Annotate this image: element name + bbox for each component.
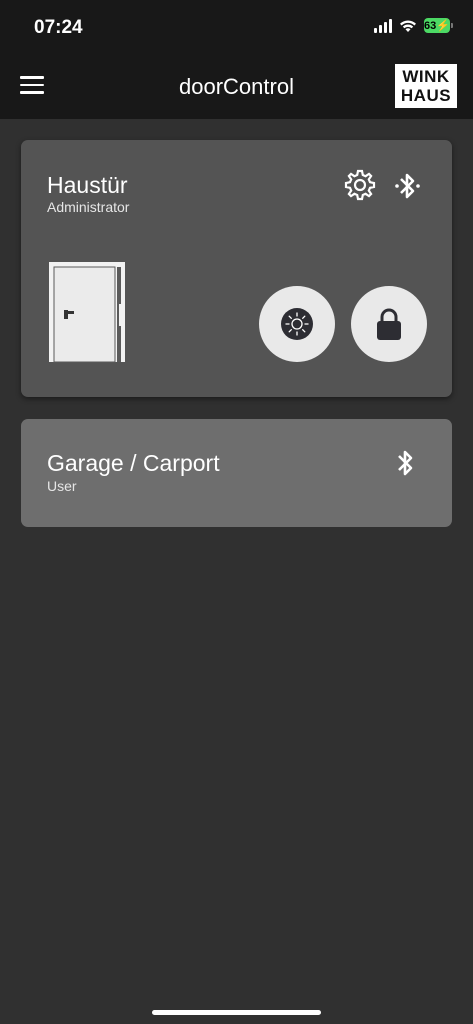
bluetooth-icon[interactable] <box>393 170 423 202</box>
door-card-haustuer[interactable]: Haustür Administrator <box>21 140 452 397</box>
door-role: User <box>47 478 77 494</box>
lock-button[interactable] <box>351 286 427 362</box>
status-bar: 07:24 63 ⚡ <box>0 0 473 56</box>
status-icons: 63 ⚡ <box>374 18 453 33</box>
light-button[interactable] <box>259 286 335 362</box>
bluetooth-icon[interactable] <box>391 447 421 479</box>
status-time: 07:24 <box>34 17 83 38</box>
gear-icon[interactable] <box>343 168 377 202</box>
door-card-garage[interactable]: Garage / Carport User <box>21 419 452 527</box>
door-name: Garage / Carport <box>47 450 220 476</box>
wifi-icon <box>400 19 416 32</box>
lock-icon <box>377 308 401 340</box>
app-header: doorControl WINK HAUS <box>0 56 473 119</box>
battery-icon: 63 ⚡ <box>424 18 453 33</box>
door-name: Haustür <box>47 172 128 198</box>
home-indicator[interactable] <box>152 1010 321 1015</box>
signal-icon <box>374 18 392 33</box>
light-icon <box>281 308 313 340</box>
battery-level: 63 <box>424 19 437 32</box>
winkhaus-logo: WINK HAUS <box>395 64 457 108</box>
door-role: Administrator <box>47 199 130 215</box>
door-icon <box>49 262 125 363</box>
